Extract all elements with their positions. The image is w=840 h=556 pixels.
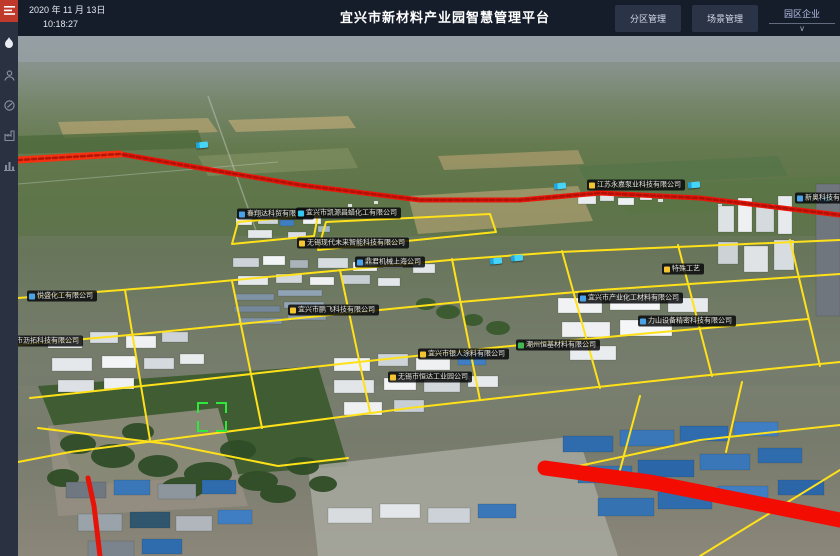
enterprise-tool-button[interactable] xyxy=(0,122,18,148)
company-label-text: 悦盛化工有限公司 xyxy=(37,293,93,300)
company-marker-icon xyxy=(298,210,304,216)
company-map-label[interactable]: 特殊工艺 xyxy=(662,264,704,275)
bracket-corner xyxy=(197,421,208,432)
truck-icon[interactable] xyxy=(196,141,209,148)
company-marker-icon xyxy=(797,195,803,201)
company-marker-icon xyxy=(357,259,363,265)
truck-icon[interactable] xyxy=(688,181,701,188)
dropdown-label: 园区企业 xyxy=(769,7,835,24)
company-marker-icon xyxy=(640,318,646,324)
selection-bracket xyxy=(197,402,227,432)
bracket-corner xyxy=(216,421,227,432)
company-label-text: 宜兴市产业化工材料有限公司 xyxy=(588,295,679,302)
chevron-down-icon: ∨ xyxy=(769,24,835,34)
company-map-label[interactable]: 潮州恒基材料有限公司 xyxy=(516,340,600,351)
company-map-label[interactable]: 宜兴市鹏飞科技有限公司 xyxy=(288,305,379,316)
top-header: 2020 年 11 月 13日 10:18:27 宜兴市新材料产业园智慧管理平台… xyxy=(18,0,840,36)
company-label-text: 宜兴市凯源昌蜡化工有限公司 xyxy=(306,210,397,217)
company-marker-icon xyxy=(290,307,296,313)
bracket-corner xyxy=(197,402,208,413)
company-marker-icon xyxy=(29,293,35,299)
bracket-corner xyxy=(216,402,227,413)
map-3d-scene[interactable]: 春翔达科贸有限公司宜兴市凯源昌蜡化工有限公司无锡现代未来智能科技有限公司鼎君机械… xyxy=(18,36,840,556)
factory-icon xyxy=(4,130,15,141)
company-marker-icon xyxy=(299,240,305,246)
company-marker-icon xyxy=(420,351,426,357)
company-marker-icon xyxy=(390,374,396,380)
park-enterprise-dropdown[interactable]: 园区企业 ∨ xyxy=(769,5,835,34)
person-icon xyxy=(4,70,15,81)
company-marker-icon xyxy=(589,182,595,188)
company-map-label[interactable]: 力山设备精密科技有限公司 xyxy=(638,316,736,327)
company-marker-icon xyxy=(239,211,245,217)
company-map-label[interactable]: 市沥拓科技有限公司 xyxy=(18,336,83,347)
company-marker-icon xyxy=(518,342,524,348)
app-window: 2020 年 11 月 13日 10:18:27 宜兴市新材料产业园智慧管理平台… xyxy=(0,0,840,556)
zone-management-button[interactable]: 分区管理 xyxy=(615,5,681,32)
statistics-tool-button[interactable] xyxy=(0,152,18,178)
left-toolbar xyxy=(0,0,18,556)
hamburger-menu-button[interactable] xyxy=(0,0,18,22)
hamburger-icon xyxy=(4,2,15,20)
company-label-text: 无锡市恒达工业园公司 xyxy=(398,374,468,381)
company-marker-icon xyxy=(664,266,670,272)
gauge-icon xyxy=(4,100,15,111)
truck-icon[interactable] xyxy=(511,254,524,261)
company-map-label[interactable]: 无锡现代未来智能科技有限公司 xyxy=(297,238,409,249)
company-label-text: 市沥拓科技有限公司 xyxy=(18,338,79,345)
company-label-text: 宜兴市鹏飞科技有限公司 xyxy=(298,307,375,314)
company-label-text: 特殊工艺 xyxy=(672,266,700,273)
company-label-text: 江苏永嘉泵业科技有限公司 xyxy=(597,182,681,189)
company-map-label[interactable]: 宜兴市银人涂料有限公司 xyxy=(418,349,509,360)
company-map-label[interactable]: 宜兴市产业化工材料有限公司 xyxy=(578,293,683,304)
scene-management-button[interactable]: 场景管理 xyxy=(692,5,758,32)
company-map-label[interactable]: 江苏永嘉泵业科技有限公司 xyxy=(587,180,685,191)
company-label-text: 潮州恒基材料有限公司 xyxy=(526,342,596,349)
company-map-label[interactable]: 新奥科技有限公司 xyxy=(795,193,840,204)
company-label-text: 无锡现代未来智能科技有限公司 xyxy=(307,240,405,247)
personnel-tool-button[interactable] xyxy=(0,62,18,88)
alarm-tool-button[interactable] xyxy=(0,30,18,56)
company-map-label[interactable]: 宜兴市凯源昌蜡化工有限公司 xyxy=(296,208,401,219)
truck-icon[interactable] xyxy=(490,257,503,264)
truck-icon[interactable] xyxy=(554,182,567,189)
bar-chart-icon xyxy=(4,160,15,171)
company-marker-icon xyxy=(580,295,586,301)
monitor-tool-button[interactable] xyxy=(0,92,18,118)
company-label-text: 宜兴市银人涂料有限公司 xyxy=(428,351,505,358)
company-map-label[interactable]: 鼎君机械上海公司 xyxy=(355,257,425,268)
header-actions: 分区管理 场景管理 园区企业 ∨ xyxy=(615,5,835,34)
company-map-label[interactable]: 悦盛化工有限公司 xyxy=(27,291,97,302)
company-label-text: 力山设备精密科技有限公司 xyxy=(648,318,732,325)
company-label-text: 新奥科技有限公司 xyxy=(805,195,840,202)
company-label-text: 鼎君机械上海公司 xyxy=(365,259,421,266)
map-terrain xyxy=(18,36,840,556)
flame-icon xyxy=(4,37,14,49)
company-map-label[interactable]: 无锡市恒达工业园公司 xyxy=(388,372,472,383)
